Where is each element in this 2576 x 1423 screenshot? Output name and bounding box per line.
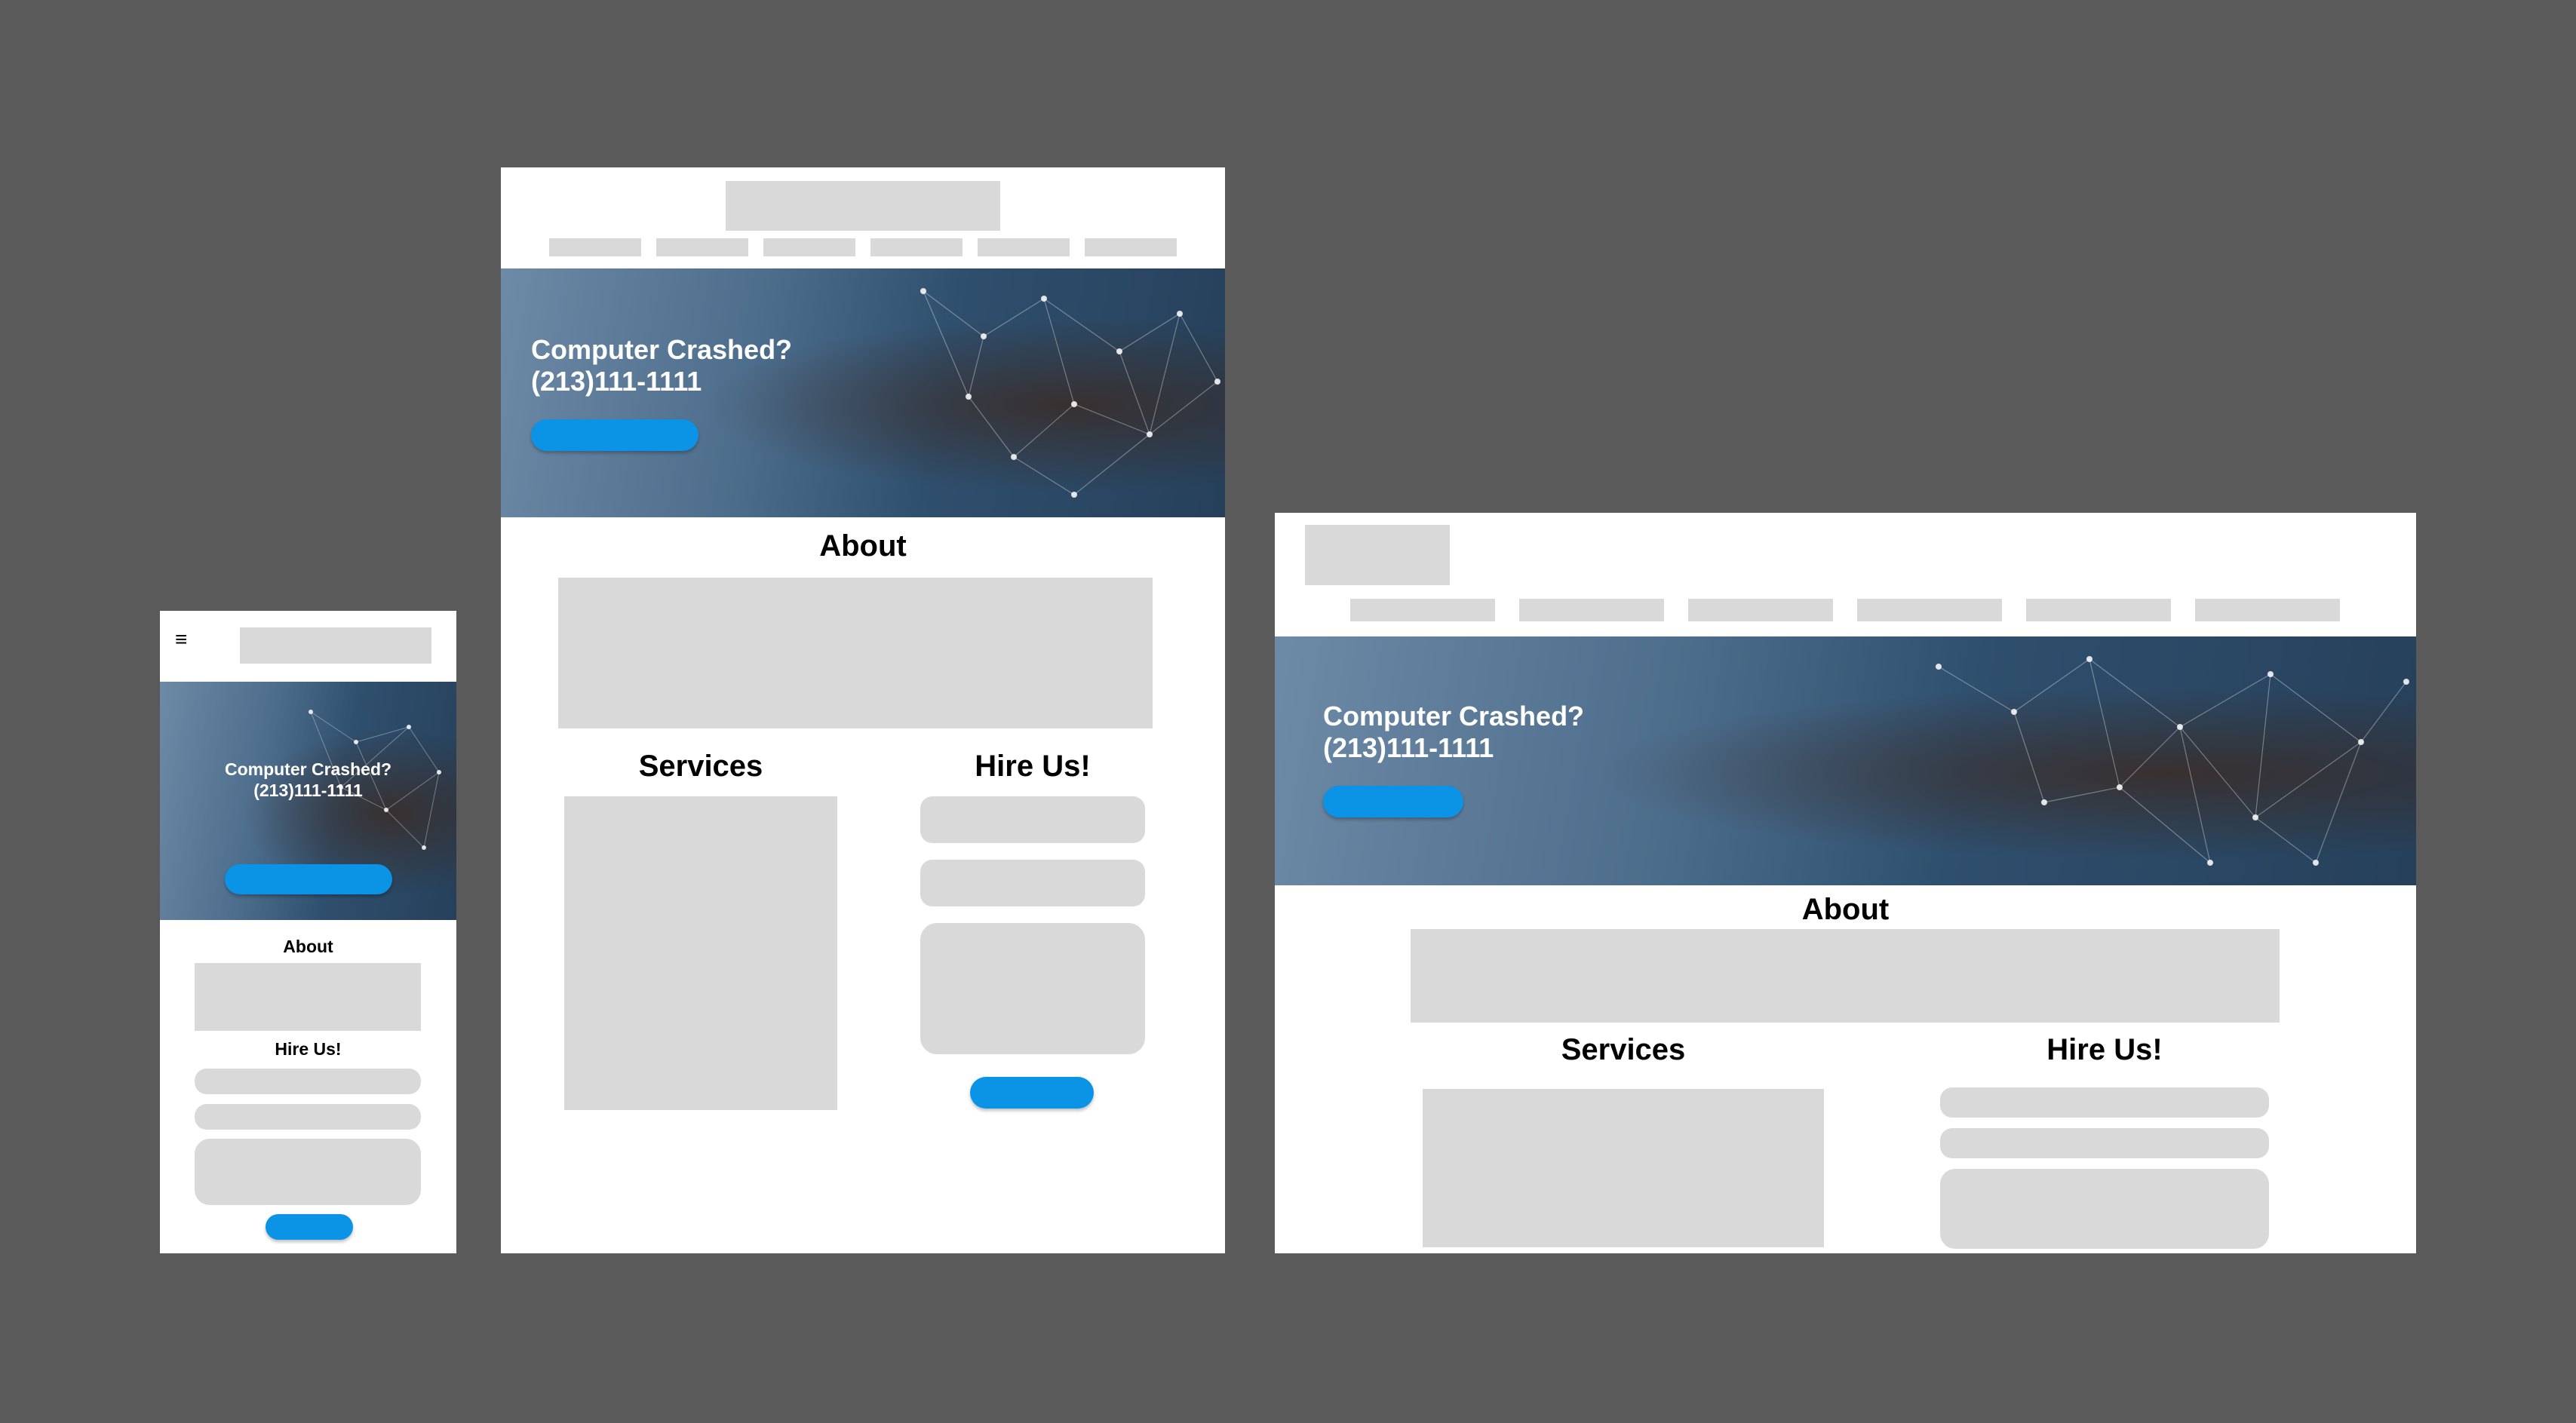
tablet-frame: Computer Crashed? (213)111-1111 About Se… [501,167,1225,1253]
about-placeholder [1411,929,2280,1023]
nav-item[interactable] [1085,238,1177,256]
email-field[interactable] [920,860,1145,906]
logo-placeholder[interactable] [726,181,1000,231]
about-placeholder [195,963,421,1031]
hire-heading: Hire Us! [2046,1033,2163,1066]
hero-phone: (213)111-1111 [1323,732,1494,763]
nav-item[interactable] [656,238,748,256]
nav-item[interactable] [1519,599,1664,621]
nav-item[interactable] [2195,599,2340,621]
services-heading: Services [638,750,763,783]
nav-item[interactable] [1688,599,1833,621]
desktop-frame: Computer Crashed? (213)111-1111 About Se… [1275,513,2416,1253]
services-heading: Services [1561,1033,1686,1066]
nav-item[interactable] [2026,599,2171,621]
nav-item[interactable] [978,238,1070,256]
about-heading: About [819,529,907,563]
hero-phone: (213)111-1111 [253,781,363,800]
hero-headline: Computer Crashed? [1323,701,1585,731]
hero-banner: Computer Crashed? (213)111-1111 [160,682,456,920]
hero-headline: Computer Crashed? [531,334,793,365]
email-field[interactable] [195,1104,421,1130]
logo-placeholder[interactable] [240,627,431,664]
submit-button[interactable] [970,1077,1094,1109]
message-field[interactable] [920,923,1145,1054]
nav-item[interactable] [870,238,963,256]
about-heading: About [1801,893,1890,926]
about-placeholder [558,578,1153,728]
about-heading: About [283,937,333,956]
hero-cta-button[interactable] [225,864,392,894]
nav-item[interactable] [549,238,641,256]
logo-placeholder[interactable] [1305,525,1450,585]
hero-cta-button[interactable] [531,419,698,451]
name-field[interactable] [920,796,1145,843]
hire-heading: Hire Us! [975,750,1091,783]
message-field[interactable] [1940,1169,2269,1249]
services-placeholder [1423,1089,1824,1247]
nav-item[interactable] [1350,599,1495,621]
services-placeholder [564,796,837,1110]
name-field[interactable] [1940,1087,2269,1118]
hire-heading: Hire Us! [275,1039,342,1059]
message-field[interactable] [195,1139,421,1205]
hero-phone: (213)111-1111 [531,366,702,397]
name-field[interactable] [195,1069,421,1094]
hero-banner: Computer Crashed? (213)111-1111 [501,268,1225,517]
nav-item[interactable] [763,238,855,256]
submit-button[interactable] [266,1214,353,1240]
nav-item[interactable] [1857,599,2002,621]
email-field[interactable] [1940,1128,2269,1158]
hero-cta-button[interactable] [1323,786,1463,817]
mobile-frame: ≡ Computer Crashed? (213)111-1111 About … [160,611,456,1253]
hero-banner: Computer Crashed? (213)111-1111 [1275,636,2416,885]
hero-headline: Computer Crashed? [224,759,392,779]
menu-icon[interactable]: ≡ [175,629,187,650]
